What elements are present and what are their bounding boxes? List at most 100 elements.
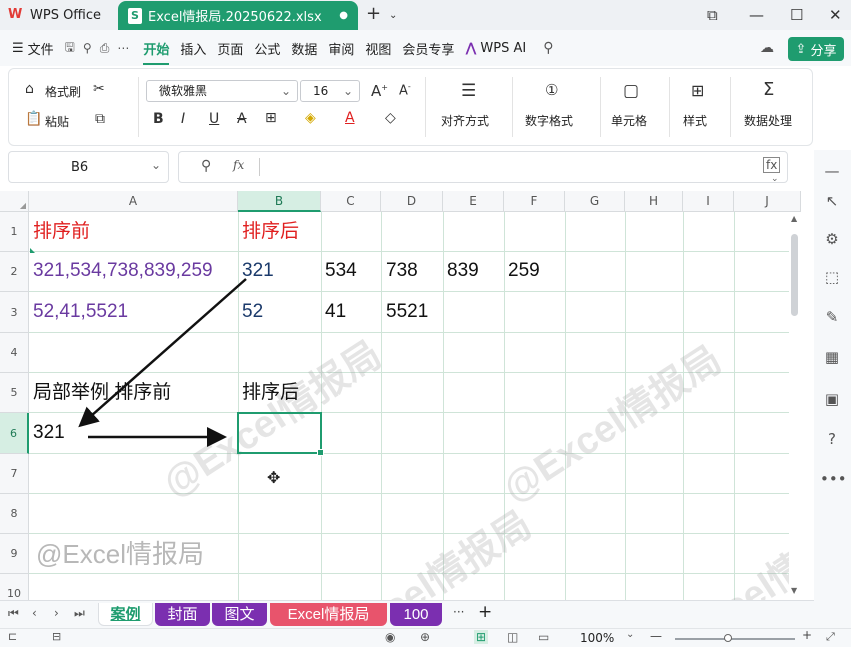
align-label[interactable]: 对齐方式 [441,112,489,129]
font-shrink-icon[interactable]: A- [399,82,411,98]
sheet-tab-excel-bureau[interactable]: Excel情报局 [270,603,387,626]
search-icon[interactable]: ⚲ [543,40,553,56]
cell-icon[interactable]: ▢ [623,81,639,101]
zoom-out-icon[interactable]: — [650,629,662,643]
format-painter-label[interactable]: 格式刷 [45,83,81,100]
paste-icon[interactable]: 📋 [25,111,42,127]
add-sheet-button[interactable]: + [478,602,492,622]
new-tab-button[interactable]: + [366,3,381,24]
copy-icon[interactable]: ⧉ [95,111,105,127]
underline-button[interactable]: U [209,111,219,127]
close-icon[interactable]: ✕ [829,6,842,24]
bold-button[interactable]: B [153,111,164,127]
spreadsheet-grid[interactable]: ◢ A B C D E F G H I J 1 2 3 4 5 6 7 8 9 … [0,191,801,600]
doc-status-icon[interactable]: ⊟ [52,630,61,643]
fx-icon[interactable]: fx [233,158,244,172]
recording-icon[interactable]: ⊕ [420,630,430,644]
select-pointer-icon[interactable]: ↖ [820,192,844,210]
last-sheet-icon[interactable]: ⏭ [74,606,85,621]
strikethrough-button[interactable]: A [237,111,247,127]
search-doc-icon[interactable]: ⚲ [83,41,92,55]
eraser-icon[interactable]: ◇ [385,110,396,126]
book-search-icon[interactable]: ▣ [820,390,844,408]
cloud-sync-icon[interactable]: ☁ [760,40,774,56]
number-format-icon[interactable]: ① [545,81,558,99]
sheet-tab-graphic[interactable]: 图文 [212,603,267,626]
wps-home-tab[interactable]: W WPS Office [8,0,113,30]
cell-label[interactable]: 单元格 [611,112,647,129]
restore-window-icon[interactable]: ⧉ [707,6,718,24]
share-button[interactable]: ⇪ 分享 [788,37,844,61]
align-icon[interactable]: ☰ [461,81,476,101]
zoom-slider[interactable] [675,634,795,642]
formula-expand-icon[interactable]: fx [763,157,781,173]
fullscreen-icon[interactable]: ⤢ [826,630,835,644]
font-color-icon[interactable]: A [345,110,355,126]
maximize-icon[interactable]: ☐ [790,6,803,24]
prev-sheet-icon[interactable]: ‹ [32,606,37,620]
formula-bar[interactable]: ⚲ fx fx ⌄ [178,151,788,184]
menu-home[interactable]: 开始 [143,39,170,65]
hamburger-menu-icon[interactable]: ☰ [12,41,24,56]
scroll-down-icon[interactable]: ▼ [791,586,797,595]
eye-view-icon[interactable]: ◉ [385,630,395,644]
menu-data[interactable]: 数据 [291,39,317,58]
fill-color-icon[interactable]: ◈ [305,110,316,126]
zoom-level[interactable]: 100% [580,631,614,645]
italic-button[interactable]: I [181,111,185,127]
more-icon[interactable]: ••• [820,470,847,488]
file-tab[interactable]: S Excel情报局.20250622.xlsx ● [118,1,358,30]
normal-view-icon[interactable]: ⊞ [474,630,489,644]
menu-page[interactable]: 页面 [217,39,243,58]
menu-file[interactable]: 文件 [28,39,54,58]
font-size-select[interactable]: 16 ⌄ [300,80,360,102]
crop-icon[interactable]: ⬚ [820,268,844,286]
menu-insert[interactable]: 插入 [180,39,206,58]
macro-icon[interactable]: ⊏ [8,630,17,643]
sum-icon[interactable]: Σ [763,79,774,100]
menu-wps-ai[interactable]: ⋀ WPS AI [465,41,526,56]
number-format-label[interactable]: 数字格式 [525,112,573,129]
tab-list-chevron-icon[interactable]: ⌄ [389,10,397,21]
more-icon[interactable]: ⋯ [117,41,129,55]
zoom-in-icon[interactable]: + [802,628,812,642]
chart-icon[interactable]: ▦ [820,348,844,366]
font-name-select[interactable]: 微软雅黑 ⌄ [146,80,298,102]
scrollbar-thumb[interactable] [791,234,798,316]
save-icon[interactable]: 🖫 [65,38,75,59]
page-layout-icon[interactable]: ◫ [507,630,518,644]
sheet-tab-cases[interactable]: 案例 [98,603,153,626]
print-icon[interactable]: ⎙ [100,41,110,56]
tools-icon[interactable]: ✎ [820,308,844,326]
sheet-tab-100[interactable]: 100 [390,603,442,626]
unsaved-dot-icon[interactable]: ● [339,10,348,21]
sheet-tab-cover[interactable]: 封面 [155,603,210,626]
cut-icon[interactable]: ✂ [93,81,105,97]
more-sheets-icon[interactable]: ··· [453,605,464,619]
menu-view[interactable]: 视图 [365,39,391,58]
border-icon[interactable]: ⊞ [265,110,277,126]
menu-member[interactable]: 会员专享 [402,39,454,58]
zoom-search-icon[interactable]: ⚲ [201,158,211,174]
collapse-icon[interactable]: — [820,162,844,180]
paste-label[interactable]: 粘贴 [45,113,69,130]
style-icon[interactable]: ⊞ [691,81,704,100]
vertical-scrollbar[interactable]: ▲ ▼ [789,212,801,600]
chevron-down-icon[interactable]: ⌄ [771,174,779,184]
next-sheet-icon[interactable]: › [54,606,59,620]
help-icon[interactable]: ? [820,430,844,448]
font-grow-icon[interactable]: A+ [371,82,388,100]
first-sheet-icon[interactable]: ⏮ [8,606,19,621]
format-painter-icon[interactable]: ⌂ [25,81,34,97]
page-break-icon[interactable]: ▭ [538,630,549,644]
settings-sliders-icon[interactable]: ⚙ [820,230,844,248]
menu-formula[interactable]: 公式 [254,39,280,58]
menu-review[interactable]: 审阅 [328,39,354,58]
zoom-dropdown-icon[interactable]: ⌄ [626,629,634,640]
style-label[interactable]: 样式 [683,112,707,129]
data-process-label[interactable]: 数据处理 [744,112,792,129]
name-box[interactable]: B6 ⌄ [8,151,169,183]
scroll-up-icon[interactable]: ▲ [791,214,797,223]
zoom-slider-thumb[interactable] [724,634,732,642]
minimize-icon[interactable]: — [749,6,764,24]
